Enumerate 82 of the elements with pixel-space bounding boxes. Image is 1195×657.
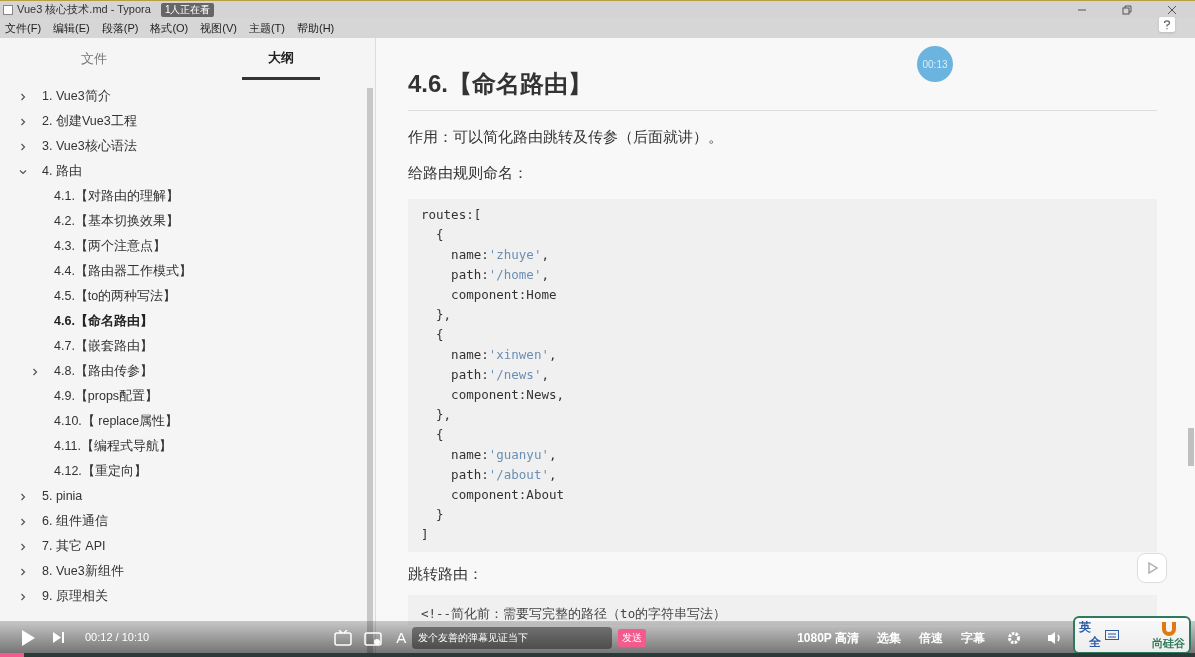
chevron-right-icon[interactable] [31, 367, 39, 376]
window-title: Vue3 核心技术.md - Typora [17, 2, 151, 18]
outline-item[interactable]: 4.3.【两个注意点】 [54, 237, 166, 256]
code-line: <!--简化前：需要写完整的路径（to的字符串写法） [421, 606, 727, 622]
chevron-right-icon[interactable] [19, 492, 27, 501]
chevron-right-icon[interactable] [19, 92, 27, 101]
menu-item[interactable]: 文件(F) [5, 19, 42, 37]
ime-width[interactable]: 全 [1089, 634, 1101, 650]
outline-item[interactable]: 4.6.【命名路由】 [54, 312, 153, 331]
playback-time: 00:12 / 10:10 [85, 630, 150, 646]
code-line: path:'/home', [450, 265, 550, 284]
outline-item[interactable]: 4.5.【to的两种写法】 [54, 287, 177, 306]
code-line: { [435, 225, 445, 244]
code-line: routes:[ [421, 205, 483, 224]
sidebar-tab[interactable]: 文件 [54, 38, 133, 80]
paragraph: 跳转路由： [408, 564, 484, 584]
paragraph: 作用：可以简化路由跳转及传参（后面就讲）。 [408, 128, 724, 147]
ime-language[interactable]: 英 [1079, 619, 1101, 635]
outline-item[interactable]: 4.9.【props配置】 [54, 387, 159, 406]
menu-item[interactable]: 视图(V) [200, 19, 237, 37]
outline-item[interactable]: 4.10.【 replace属性】 [54, 412, 179, 431]
restore-icon[interactable] [1122, 4, 1132, 15]
outline-item[interactable]: 5. pinia [42, 487, 83, 506]
outline-item[interactable]: 4.7.【嵌套路由】 [54, 337, 153, 356]
code-line: path:'/about', [450, 465, 558, 484]
outline-item[interactable]: 7. 其它 API [42, 537, 106, 556]
code-line: name:'guanyu', [450, 445, 558, 464]
danmaku-toggle-icon[interactable] [334, 629, 353, 646]
menu-item[interactable]: 段落(P) [101, 19, 139, 37]
chevron-right-icon[interactable] [19, 142, 27, 151]
progress-track[interactable] [0, 653, 1195, 657]
outline-item[interactable]: 4.2.【基本切换效果】 [54, 212, 179, 231]
outline-item[interactable]: 3. Vue3核心语法 [42, 137, 137, 156]
code-line: { [435, 325, 445, 344]
outline-item[interactable]: 4. 路由 [42, 162, 82, 181]
outline-item[interactable]: 4.1.【对路由的理解】 [54, 187, 179, 206]
play-icon[interactable] [20, 628, 36, 647]
outline-item[interactable]: 9. 原理相关 [42, 587, 108, 606]
chevron-down-icon[interactable] [19, 167, 27, 176]
code-line: path:'/news', [450, 365, 550, 384]
outline-item[interactable]: 4.8.【路由传参】 [54, 362, 153, 381]
code-line: }, [435, 405, 453, 424]
chevron-right-icon[interactable] [19, 592, 27, 601]
danmaku-settings-icon[interactable] [364, 629, 383, 646]
chevron-right-icon[interactable] [19, 542, 27, 551]
volume-icon[interactable] [1047, 630, 1063, 645]
chevron-right-icon[interactable] [19, 117, 27, 126]
menu-item[interactable]: 编辑(E) [53, 19, 90, 37]
code-line: component:Home [450, 285, 558, 304]
paragraph: 给路由规则命名： [408, 163, 529, 183]
help-icon[interactable] [1159, 17, 1175, 32]
code-line: name:'xinwen', [450, 345, 558, 364]
outline-item[interactable]: 1. Vue3简介 [42, 87, 111, 106]
code-line: { [435, 425, 445, 444]
outline-item[interactable]: 4.11.【编程式导航】 [54, 437, 172, 456]
sidebar-tab[interactable]: 大纲 [242, 38, 321, 80]
timer-badge: 00:13 [917, 46, 953, 82]
close-icon[interactable] [1167, 4, 1177, 15]
scrollbar-thumb[interactable] [1188, 428, 1194, 466]
menu-item[interactable]: 格式(O) [150, 19, 189, 37]
code-line: component:News, [450, 385, 565, 404]
menu-item[interactable]: 帮助(H) [297, 19, 335, 37]
viewer-count: 1人正在看 [160, 2, 215, 17]
outline-item[interactable]: 4.12.【重定向】 [54, 462, 147, 481]
chevron-right-icon[interactable] [19, 517, 27, 526]
code-line: }, [435, 305, 453, 324]
logo-icon [1159, 620, 1178, 637]
outline-item[interactable]: 4.4.【路由器工作模式】 [54, 262, 192, 281]
logo-text: 尚硅谷 [1152, 636, 1185, 649]
code-line: component:About [450, 485, 565, 504]
next-icon[interactable] [52, 631, 65, 644]
outline-item[interactable]: 2. 创建Vue3工程 [42, 112, 137, 131]
code-line: ] [421, 525, 430, 544]
keyboard-icon[interactable] [1105, 629, 1119, 640]
outline-item[interactable]: 6. 组件通信 [42, 512, 108, 531]
chevron-right-icon[interactable] [19, 567, 27, 576]
code-line: name:'zhuye', [450, 245, 550, 264]
outline-item[interactable]: 8. Vue3新组件 [42, 562, 124, 581]
app-icon [3, 4, 13, 15]
settings-icon[interactable] [1007, 630, 1021, 645]
code-line: } [435, 505, 445, 524]
menu-item[interactable]: 主题(T) [248, 19, 285, 37]
